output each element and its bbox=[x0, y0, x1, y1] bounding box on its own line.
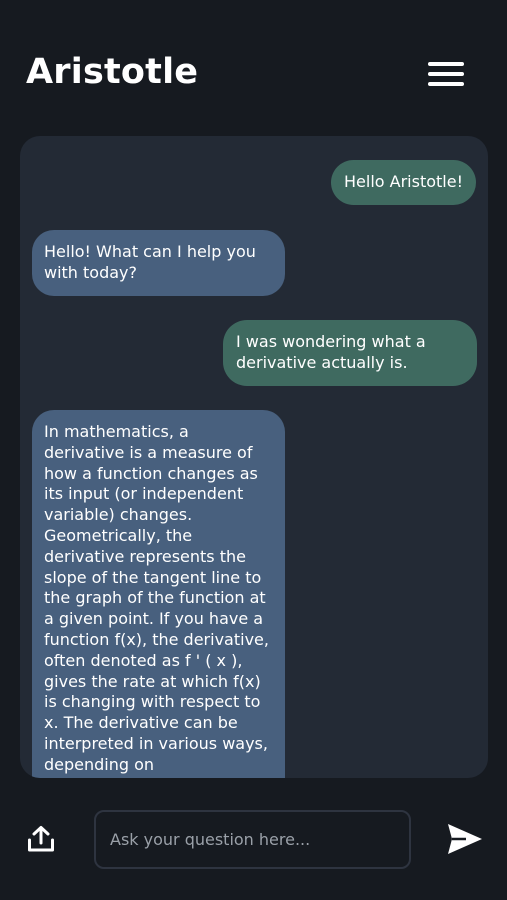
composer bbox=[0, 790, 507, 900]
question-input-wrapper bbox=[94, 810, 411, 869]
assistant-message: Hello! What can I help you with today? bbox=[32, 230, 285, 296]
question-input[interactable] bbox=[96, 812, 409, 867]
upload-button[interactable] bbox=[26, 824, 56, 854]
app-title: Aristotle bbox=[26, 52, 199, 92]
menu-button[interactable] bbox=[426, 58, 466, 90]
send-button[interactable] bbox=[446, 822, 484, 856]
assistant-message: In mathematics, a derivative is a measur… bbox=[32, 410, 285, 778]
user-message: I was wondering what a derivative actual… bbox=[223, 320, 477, 386]
header: Aristotle bbox=[0, 0, 507, 136]
chat-app: Aristotle Hello Aristotle! Hello! What c… bbox=[0, 0, 507, 900]
send-icon bbox=[448, 824, 482, 854]
chat-panel[interactable]: Hello Aristotle! Hello! What can I help … bbox=[20, 136, 488, 778]
upload-icon bbox=[28, 826, 54, 852]
user-message: Hello Aristotle! bbox=[331, 160, 476, 205]
